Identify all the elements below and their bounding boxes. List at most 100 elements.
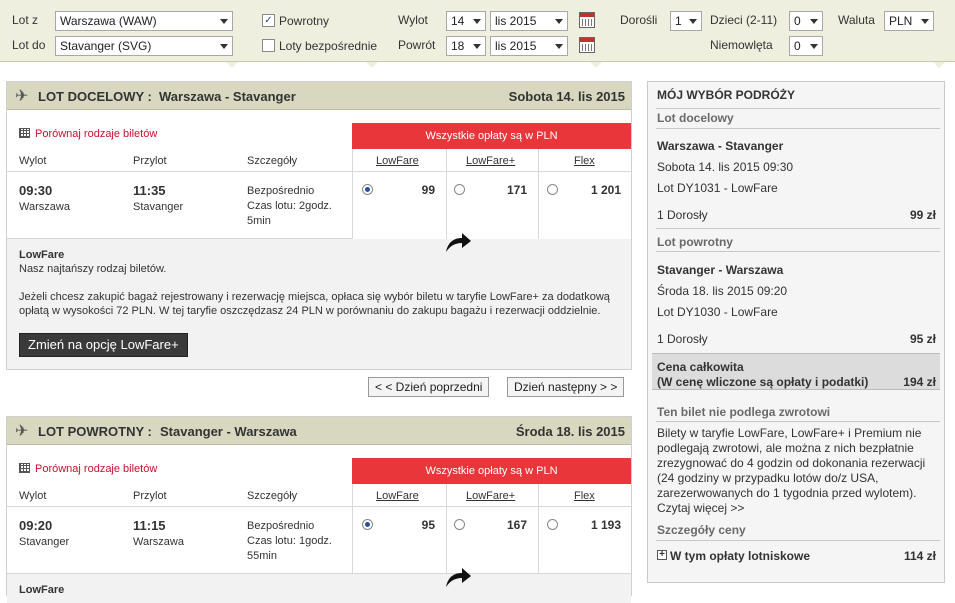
fare-flex-link[interactable]: Flex	[574, 490, 595, 502]
info-sub: Nasz najtańszy rodzaj biletów.	[19, 263, 167, 275]
from-label: Lot z	[12, 13, 39, 27]
adults-select[interactable]: 1	[670, 11, 702, 31]
next-day-button[interactable]: Dzień następny > >	[507, 377, 625, 397]
price-lowfareplus: 171	[506, 183, 527, 197]
refund-line: (24 godziny w przypadku lotów do/z USA,	[657, 471, 879, 485]
divider	[538, 484, 539, 574]
divider	[352, 149, 353, 239]
fare-radio-lowfare[interactable]	[362, 519, 373, 530]
details-duration-min: 5min	[247, 215, 271, 227]
col-arrive: Przylot	[133, 490, 167, 502]
plus-box-icon[interactable]: +	[657, 550, 667, 560]
notch-decoration	[226, 62, 238, 68]
inbound-header: ✈ LOT POWROTNY : Stavanger - Warszawa Śr…	[7, 417, 631, 445]
depart-city: Stavanger	[19, 536, 70, 548]
airport-fees-label[interactable]: W tym opłaty lotniskowe	[670, 549, 810, 563]
outbound-title: LOT DOCELOWY :	[38, 89, 152, 104]
fare-lowfareplus-link[interactable]: LowFare+	[466, 490, 515, 502]
return-month-select[interactable]: lis 2015	[490, 36, 568, 56]
info-body-1: Jeżeli chcesz zakupić bagaż rejestrowany…	[19, 291, 610, 303]
refund-header: Ten bilet nie podlega zwrotowi	[657, 405, 831, 419]
to-label: Lot do	[12, 38, 46, 52]
fare-radio-lowfareplus[interactable]	[454, 184, 465, 195]
price-lowfare: 95	[421, 518, 435, 532]
fare-radio-lowfareplus[interactable]	[454, 519, 465, 530]
total-label: Cena całkowita	[657, 360, 744, 374]
depart-day-select[interactable]: 14	[446, 11, 486, 31]
read-more-link[interactable]: Czytaj więcej >>	[657, 501, 744, 515]
prev-day-button[interactable]: < < Dzień poprzedni	[368, 377, 490, 397]
fare-radio-flex[interactable]	[547, 519, 558, 530]
fare-lowfare-link[interactable]: LowFare	[376, 155, 419, 167]
outbound-summary-route: Warszawa - Stavanger	[657, 139, 784, 153]
details-direct: Bezpośrednio	[247, 185, 315, 197]
fees-banner: Wszystkie opłaty są w PLN	[352, 123, 631, 149]
return-day-select[interactable]: 18	[446, 36, 486, 56]
arrive-time: 11:35	[133, 183, 166, 198]
depart-month-select[interactable]: lis 2015	[490, 11, 568, 31]
notch-decoration	[366, 62, 378, 68]
trip-summary-panel: MÓJ WYBÓR PODRÓŻY Lot docelowy Warszawa …	[647, 81, 945, 583]
currency-label: Waluta	[838, 13, 875, 27]
depart-time: 09:20	[19, 518, 53, 533]
currency-select[interactable]: PLN	[884, 11, 934, 31]
children-select[interactable]: 0	[789, 11, 823, 31]
upgrade-lowfareplus-button[interactable]: Zmień na opcję LowFare+	[19, 333, 188, 357]
divider	[656, 228, 940, 229]
calendar-icon[interactable]	[579, 37, 595, 53]
to-select[interactable]: Stavanger (SVG)	[55, 36, 233, 56]
depart-label: Wylot	[398, 13, 428, 27]
notch-decoration	[933, 62, 945, 68]
adults-label: Dorośli	[620, 13, 658, 27]
divider	[446, 149, 447, 239]
grid-icon	[19, 128, 30, 138]
chevron-down-icon	[473, 19, 481, 24]
return-summary-flight: Lot DY1030 - LowFare	[657, 305, 778, 319]
return-summary-datetime: Środa 18. lis 2015 09:20	[657, 284, 788, 298]
outbound-summary-header: Lot docelowy	[657, 111, 734, 125]
return-summary-route: Stavanger - Warszawa	[657, 263, 784, 277]
plane-icon: ✈	[15, 88, 29, 105]
return-summary-pax: 1 Dorosły	[657, 332, 708, 346]
compare-fares-link[interactable]: Porównaj rodzaje biletów	[35, 128, 157, 140]
return-summary-price: 95 zł	[909, 332, 936, 346]
arrive-city: Warszawa	[133, 536, 184, 548]
fare-lowfare-link[interactable]: LowFare	[376, 490, 419, 502]
chevron-down-icon	[220, 44, 228, 49]
infants-select[interactable]: 0	[789, 36, 823, 56]
fare-radio-lowfare[interactable]	[362, 184, 373, 195]
refund-line: Bilety w taryfie LowFare, LowFare+ i Pre…	[657, 426, 922, 440]
calendar-icon[interactable]	[579, 12, 595, 28]
inbound-route: Stavanger - Warszawa	[160, 424, 297, 439]
outbound-summary-price: 99 zł	[909, 208, 936, 222]
divider	[656, 540, 940, 541]
col-depart: Wylot	[19, 155, 47, 167]
return-checkbox[interactable]: ✓	[262, 14, 275, 27]
fare-radio-flex[interactable]	[547, 184, 558, 195]
details-duration: Czas lotu: 2godz.	[247, 200, 332, 212]
compare-fares-link[interactable]: Porównaj rodzaje biletów	[35, 463, 157, 475]
price-flex: 1 193	[590, 518, 621, 532]
info-title: LowFare	[19, 249, 65, 261]
direct-checkbox[interactable]	[262, 39, 275, 52]
divider	[538, 149, 539, 239]
outbound-date: Sobota 14. lis 2015	[508, 89, 625, 104]
outbound-header: ✈ LOT DOCELOWY : Warszawa - Stavanger So…	[7, 82, 631, 110]
from-select[interactable]: Warszawa (WAW)	[55, 11, 233, 31]
infants-label: Niemowlęta	[710, 38, 773, 52]
divider	[656, 251, 940, 252]
divider	[656, 108, 940, 109]
children-label: Dzieci (2-11)	[710, 13, 778, 27]
price-lowfare: 99	[421, 183, 435, 197]
price-details-header: Szczegóły ceny	[657, 523, 746, 537]
chevron-down-icon	[555, 44, 563, 49]
fare-lowfareplus-link[interactable]: LowFare+	[466, 155, 515, 167]
chevron-down-icon	[810, 19, 818, 24]
refund-line: zarezerwowanych do 1 tygodnia przed wylo…	[657, 486, 917, 500]
outbound-summary-pax: 1 Dorosły	[657, 208, 708, 222]
price-flex: 1 201	[590, 183, 621, 197]
details-duration: Czas lotu: 1godz.	[247, 535, 332, 547]
fare-flex-link[interactable]: Flex	[574, 155, 595, 167]
fare-info-panel	[7, 573, 631, 603]
grid-icon	[19, 463, 30, 473]
